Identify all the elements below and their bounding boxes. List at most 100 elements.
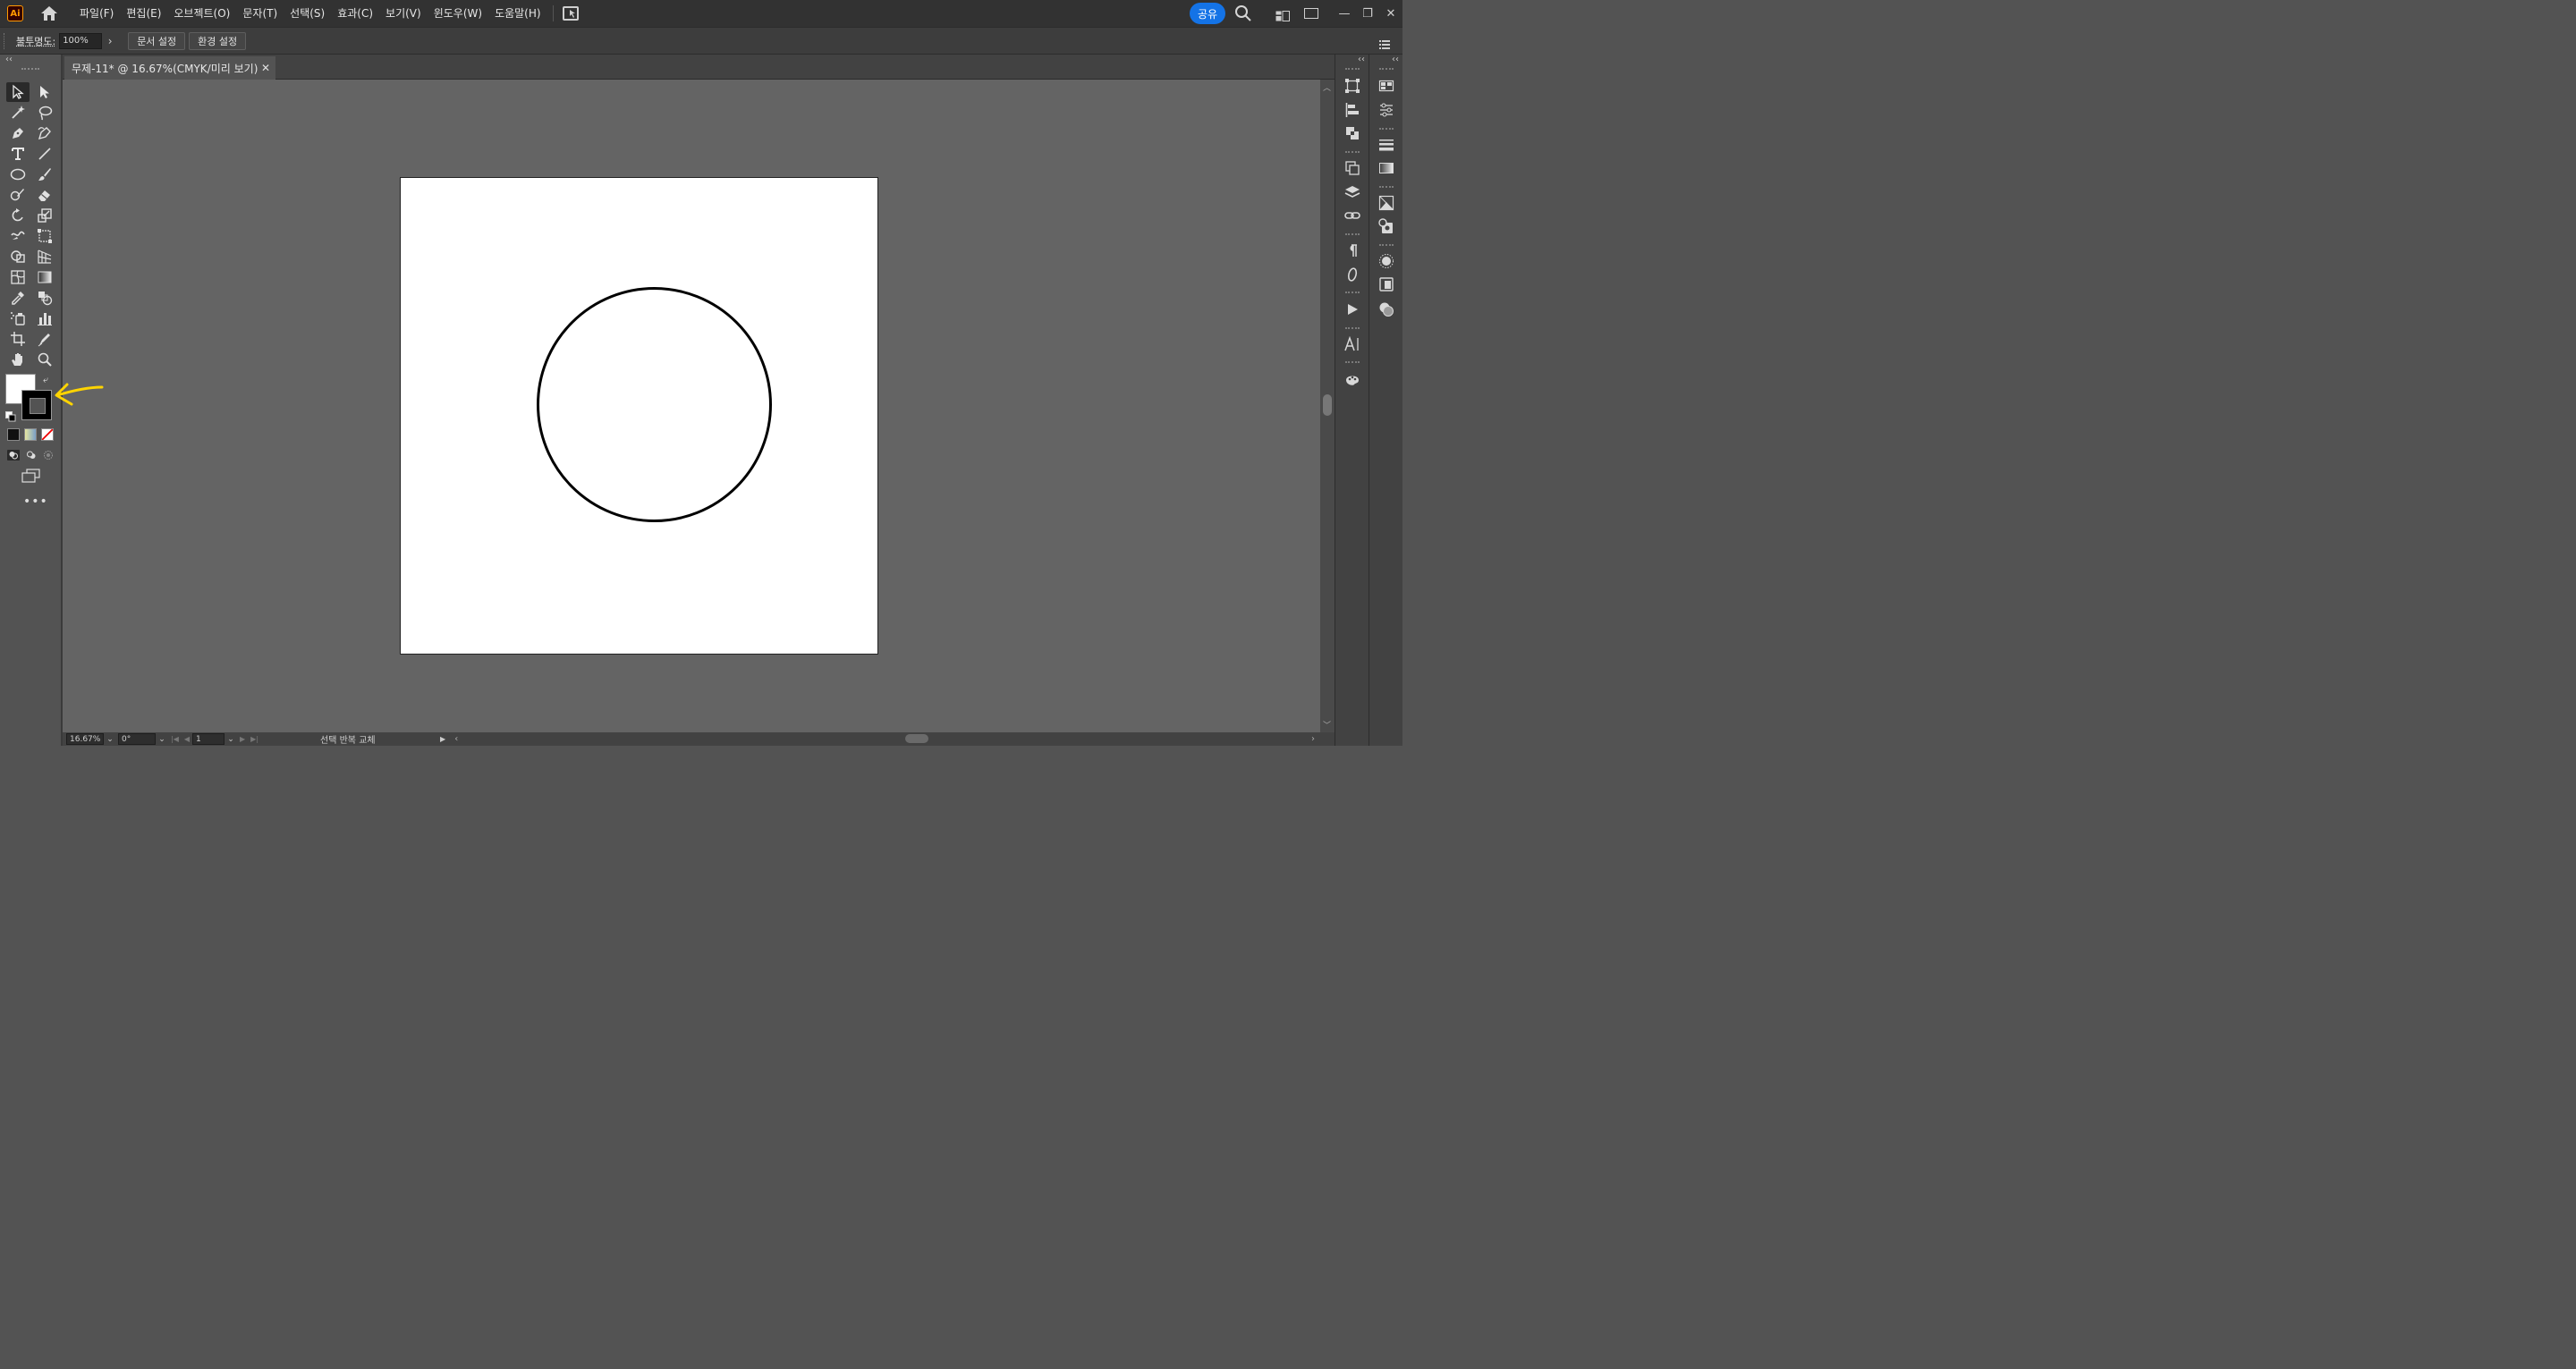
stroke-panel-icon[interactable]	[1378, 137, 1394, 153]
scroll-down-icon[interactable]: ﹀	[1323, 719, 1331, 731]
previous-artboard-icon[interactable]: ◀	[184, 735, 190, 743]
minimize-button[interactable]: —	[1333, 0, 1356, 27]
slice-tool-icon[interactable]	[33, 329, 56, 349]
opacity-label[interactable]: 불투명도:	[16, 34, 55, 48]
graphic-styles-panel-icon[interactable]	[1378, 276, 1394, 292]
artboard-dropdown-icon[interactable]: ⌄	[225, 735, 237, 744]
menu-file[interactable]: 파일(F)	[73, 0, 120, 27]
ellipse-shape[interactable]	[537, 287, 772, 522]
selection-tool-icon[interactable]	[6, 82, 30, 102]
appearance-panel-icon[interactable]	[1378, 301, 1394, 317]
none-mode-icon[interactable]	[41, 428, 54, 441]
scroll-right-icon[interactable]: ›	[1311, 734, 1315, 744]
scroll-left-icon[interactable]: ‹	[454, 734, 458, 744]
magic-wand-tool-icon[interactable]	[6, 103, 30, 123]
screen-mode-icon[interactable]	[21, 469, 41, 483]
image-trace-panel-icon[interactable]	[1378, 195, 1394, 211]
free-transform-tool-icon[interactable]	[33, 226, 56, 246]
vertical-scroll-thumb[interactable]	[1323, 394, 1332, 416]
control-bar-grip[interactable]	[4, 32, 7, 49]
artboard[interactable]	[400, 177, 878, 655]
panel-grip[interactable]	[1345, 327, 1360, 329]
actions-panel-icon[interactable]	[1344, 301, 1360, 317]
gradient-tool-icon[interactable]	[33, 267, 56, 287]
status-menu-icon[interactable]: ▶	[440, 735, 445, 743]
align-panel-icon[interactable]	[1344, 102, 1360, 118]
draw-inside-icon[interactable]	[41, 448, 55, 461]
menu-window[interactable]: 윈도우(W)	[428, 0, 488, 27]
stroke-color-swatch[interactable]	[21, 390, 52, 420]
paragraph-panel-icon[interactable]	[1344, 242, 1360, 258]
hand-tool-icon[interactable]	[6, 350, 30, 369]
line-segment-tool-icon[interactable]	[33, 144, 56, 164]
blend-tool-icon[interactable]	[33, 288, 56, 308]
close-tab-icon[interactable]: ✕	[261, 62, 270, 74]
panel-grip[interactable]	[1345, 292, 1360, 293]
lasso-tool-icon[interactable]	[33, 103, 56, 123]
menu-type[interactable]: 문자(T)	[236, 0, 284, 27]
panel-grip[interactable]	[1345, 361, 1360, 363]
share-button[interactable]: 공유	[1190, 3, 1225, 24]
opacity-arrow-icon[interactable]: ›	[104, 33, 116, 49]
last-artboard-icon[interactable]: ▶|	[250, 735, 258, 743]
direct-selection-tool-icon[interactable]	[33, 82, 56, 102]
document-tab[interactable]: 무제-11* @ 16.67%(CMYK/미리 보기) ✕	[64, 56, 275, 80]
search-icon[interactable]	[1234, 4, 1252, 22]
panel-grip[interactable]	[1345, 151, 1360, 153]
workspace-switcher-icon[interactable]	[1275, 8, 1290, 21]
transform-panel-icon[interactable]	[1344, 78, 1360, 94]
menu-effect[interactable]: 효과(C)	[331, 0, 379, 27]
shape-builder-tool-icon[interactable]	[6, 247, 30, 266]
panel-grip[interactable]	[1345, 68, 1360, 70]
next-artboard-icon[interactable]: ▶	[240, 735, 245, 743]
column-graph-tool-icon[interactable]	[33, 308, 56, 328]
brushes-panel-icon[interactable]	[1378, 253, 1394, 269]
panel-grip[interactable]	[1379, 244, 1394, 246]
shaper-tool-icon[interactable]	[6, 185, 30, 205]
menu-edit[interactable]: 편집(E)	[120, 0, 167, 27]
swap-fill-stroke-icon[interactable]: ⤶	[43, 374, 48, 386]
collapse-panels-right-icon[interactable]: ‹‹	[1392, 55, 1399, 64]
rotation-dropdown-icon[interactable]: ⌄	[156, 735, 168, 744]
preferences-button[interactable]: 환경 설정	[189, 31, 247, 50]
layers-panel-icon[interactable]	[1344, 184, 1360, 200]
scale-tool-icon[interactable]	[33, 206, 56, 225]
menu-select[interactable]: 선택(S)	[284, 0, 331, 27]
symbols-panel-icon[interactable]	[1378, 218, 1394, 234]
collapse-toolbar-icon[interactable]: ‹‹	[5, 55, 13, 64]
rotate-tool-icon[interactable]	[6, 206, 30, 225]
gradient-mode-icon[interactable]	[24, 428, 37, 441]
home-icon[interactable]	[39, 4, 59, 22]
character-panel-icon[interactable]	[1344, 335, 1360, 352]
warp-tool-icon[interactable]	[6, 226, 30, 246]
panel-layout-icon[interactable]	[1304, 8, 1318, 19]
panel-grip[interactable]	[1345, 233, 1360, 235]
eyedropper-tool-icon[interactable]	[6, 288, 30, 308]
curvature-tool-icon[interactable]	[33, 123, 56, 143]
canvas[interactable]	[63, 80, 1320, 732]
arrange-documents-icon[interactable]	[562, 6, 579, 21]
menu-view[interactable]: 보기(V)	[379, 0, 428, 27]
color-guide-panel-icon[interactable]	[1344, 371, 1360, 387]
mesh-tool-icon[interactable]	[6, 267, 30, 287]
scroll-up-icon[interactable]: ︿	[1323, 81, 1331, 93]
symbol-sprayer-tool-icon[interactable]	[6, 308, 30, 328]
document-setup-button[interactable]: 문서 설정	[128, 31, 186, 50]
vertical-scrollbar[interactable]: ︿ ﹀	[1320, 80, 1335, 732]
panel-grip[interactable]	[1379, 68, 1394, 70]
opacity-field[interactable]	[59, 32, 103, 49]
zoom-dropdown-icon[interactable]: ⌄	[104, 735, 116, 744]
properties-panel-icon[interactable]	[1378, 102, 1394, 118]
zoom-tool-icon[interactable]	[33, 350, 56, 369]
default-fill-stroke-icon[interactable]	[5, 409, 16, 422]
color-mode-icon[interactable]	[7, 428, 20, 441]
paintbrush-tool-icon[interactable]	[33, 165, 56, 184]
panel-menu-icon[interactable]	[1379, 36, 1390, 49]
type-tool-icon[interactable]	[6, 144, 30, 164]
status-text[interactable]: 선택 반복 교체	[320, 732, 435, 746]
draw-normal-icon[interactable]	[6, 448, 21, 461]
restore-button[interactable]: ❐	[1356, 0, 1379, 27]
pathfinder-panel-icon[interactable]	[1344, 125, 1360, 141]
pen-tool-icon[interactable]	[6, 123, 30, 143]
swatches-panel-icon[interactable]	[1378, 78, 1394, 94]
